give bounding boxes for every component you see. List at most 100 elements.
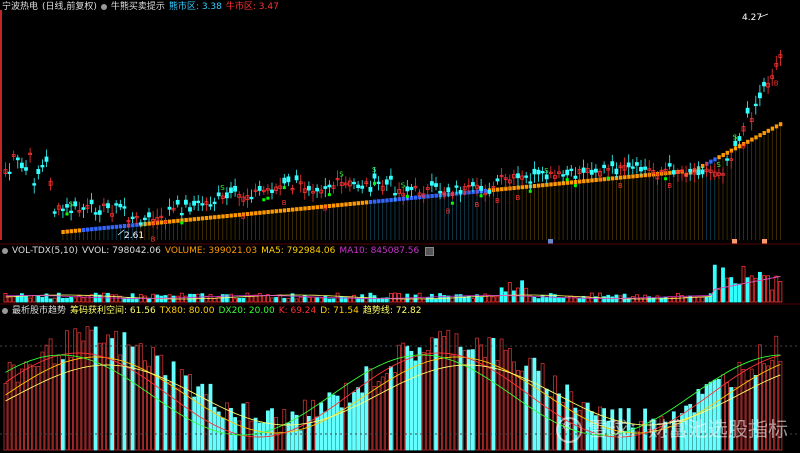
volume-bar xyxy=(327,298,332,303)
indicator-settings-icon[interactable] xyxy=(100,4,107,10)
volume-bar xyxy=(11,296,16,303)
indicator-bar xyxy=(56,354,61,451)
candle xyxy=(306,185,311,191)
candle xyxy=(614,168,619,175)
volume-bar xyxy=(61,297,65,303)
candle xyxy=(208,204,213,207)
stock-chart-canvas[interactable]: SSSSSSSSBBBB BBB BB BBB 4.27 2.61 xyxy=(0,0,800,453)
trend-ribbon-segment xyxy=(746,139,750,144)
bull-zone-label: 牛市区: 3.47 xyxy=(225,2,279,12)
indicator-panel-settings-icon[interactable] xyxy=(2,308,8,314)
candle xyxy=(229,187,233,193)
trend-ribbon-segment xyxy=(549,182,553,187)
price-legend: 宁波热电 (日线,前复权) 牛熊买卖提示 熊市区: 3.38 牛市区: 3.47 xyxy=(2,1,279,13)
candle xyxy=(643,166,647,170)
volume-bar xyxy=(429,293,434,303)
candle xyxy=(188,207,192,212)
candle xyxy=(733,140,738,146)
candle xyxy=(368,186,373,192)
trend-ribbon-segment xyxy=(65,229,69,234)
candle xyxy=(725,158,729,161)
trend-ribbon-segment xyxy=(278,208,283,213)
indicator-bar xyxy=(356,387,361,451)
indicator-bar xyxy=(142,360,147,451)
candle xyxy=(758,92,762,99)
trend-ribbon-segment xyxy=(258,210,262,215)
candle xyxy=(114,203,119,206)
candle xyxy=(32,183,37,186)
trend-ribbon-segment xyxy=(434,193,438,198)
candle xyxy=(19,162,24,169)
volume-bar xyxy=(700,297,705,303)
trend-ribbon-segment xyxy=(229,213,233,218)
candle xyxy=(183,199,188,205)
volume-settings-icon[interactable] xyxy=(2,248,8,254)
indicator-name: 牛熊买卖提示 xyxy=(110,2,165,12)
trend-ribbon-segment xyxy=(356,201,360,206)
trend-ribbon-segment xyxy=(303,206,307,211)
volume-bar xyxy=(557,297,561,303)
trend-ribbon-segment xyxy=(204,216,209,220)
volume-ma-line xyxy=(5,276,781,299)
indicator-bar xyxy=(364,366,369,451)
trend-ribbon-segment xyxy=(299,206,303,211)
candle xyxy=(224,192,229,199)
candle xyxy=(565,169,570,176)
candle xyxy=(175,199,180,205)
candle xyxy=(495,178,500,182)
indicator-bar xyxy=(155,355,160,451)
trend-ribbon-segment xyxy=(610,176,615,181)
indicator-bar xyxy=(507,348,512,451)
trend-ribbon-segment xyxy=(631,174,635,179)
buy-marker: B xyxy=(495,197,500,205)
volume-panel-toggle-icon[interactable] xyxy=(425,246,435,256)
candle xyxy=(393,193,397,196)
volume-bar xyxy=(3,292,8,303)
candle xyxy=(179,212,184,216)
candle xyxy=(434,183,438,187)
trend-ribbon-segment xyxy=(758,133,762,138)
candle xyxy=(635,162,639,166)
buy-marker: B xyxy=(151,235,156,243)
candle xyxy=(69,210,73,213)
indicator-bar xyxy=(503,349,508,451)
candle xyxy=(93,212,98,215)
volume-bar xyxy=(85,295,90,303)
trend-ribbon-segment xyxy=(274,209,278,214)
volume-bar xyxy=(774,275,779,303)
volume-bar xyxy=(7,296,12,303)
trend-ribbon-segment xyxy=(385,198,389,203)
event-marker xyxy=(548,239,553,244)
volume-bar xyxy=(282,297,287,303)
indicator-bar xyxy=(163,375,168,451)
volume-bar xyxy=(241,297,246,303)
volume-bar xyxy=(639,297,643,303)
candle xyxy=(762,81,766,87)
candle xyxy=(323,186,328,189)
event-marker xyxy=(732,239,737,244)
trend-ribbon-segment xyxy=(245,212,250,216)
volume-legend: VOL-TDX(5,10) VVOL: 798042.06 VOLUME: 39… xyxy=(2,245,435,257)
trend-ribbon-segment xyxy=(131,223,135,228)
trend-ribbon-segment xyxy=(200,216,205,221)
trend-ribbon-segment xyxy=(778,122,783,127)
indicator-bar xyxy=(114,330,119,451)
signal-square xyxy=(373,181,376,185)
indicator-bar xyxy=(73,328,78,451)
volume-bar xyxy=(286,298,291,303)
trend-ribbon-segment xyxy=(344,202,348,207)
bear-zone-label: 熊市区: 3.38 xyxy=(168,2,222,12)
trend-ribbon-segment xyxy=(69,229,73,234)
indicator-bar xyxy=(294,414,299,451)
indicator-bar xyxy=(102,342,106,451)
candle xyxy=(667,163,672,167)
volume-bar xyxy=(737,283,742,303)
trend-ribbon-segment xyxy=(266,210,270,214)
candle xyxy=(737,136,742,141)
indicator-bar xyxy=(548,396,553,451)
volume-bar xyxy=(364,298,369,303)
indicator-bar xyxy=(520,370,524,451)
signal-square xyxy=(262,198,266,202)
trend-ribbon-segment xyxy=(524,184,529,189)
signal-square xyxy=(266,196,270,200)
